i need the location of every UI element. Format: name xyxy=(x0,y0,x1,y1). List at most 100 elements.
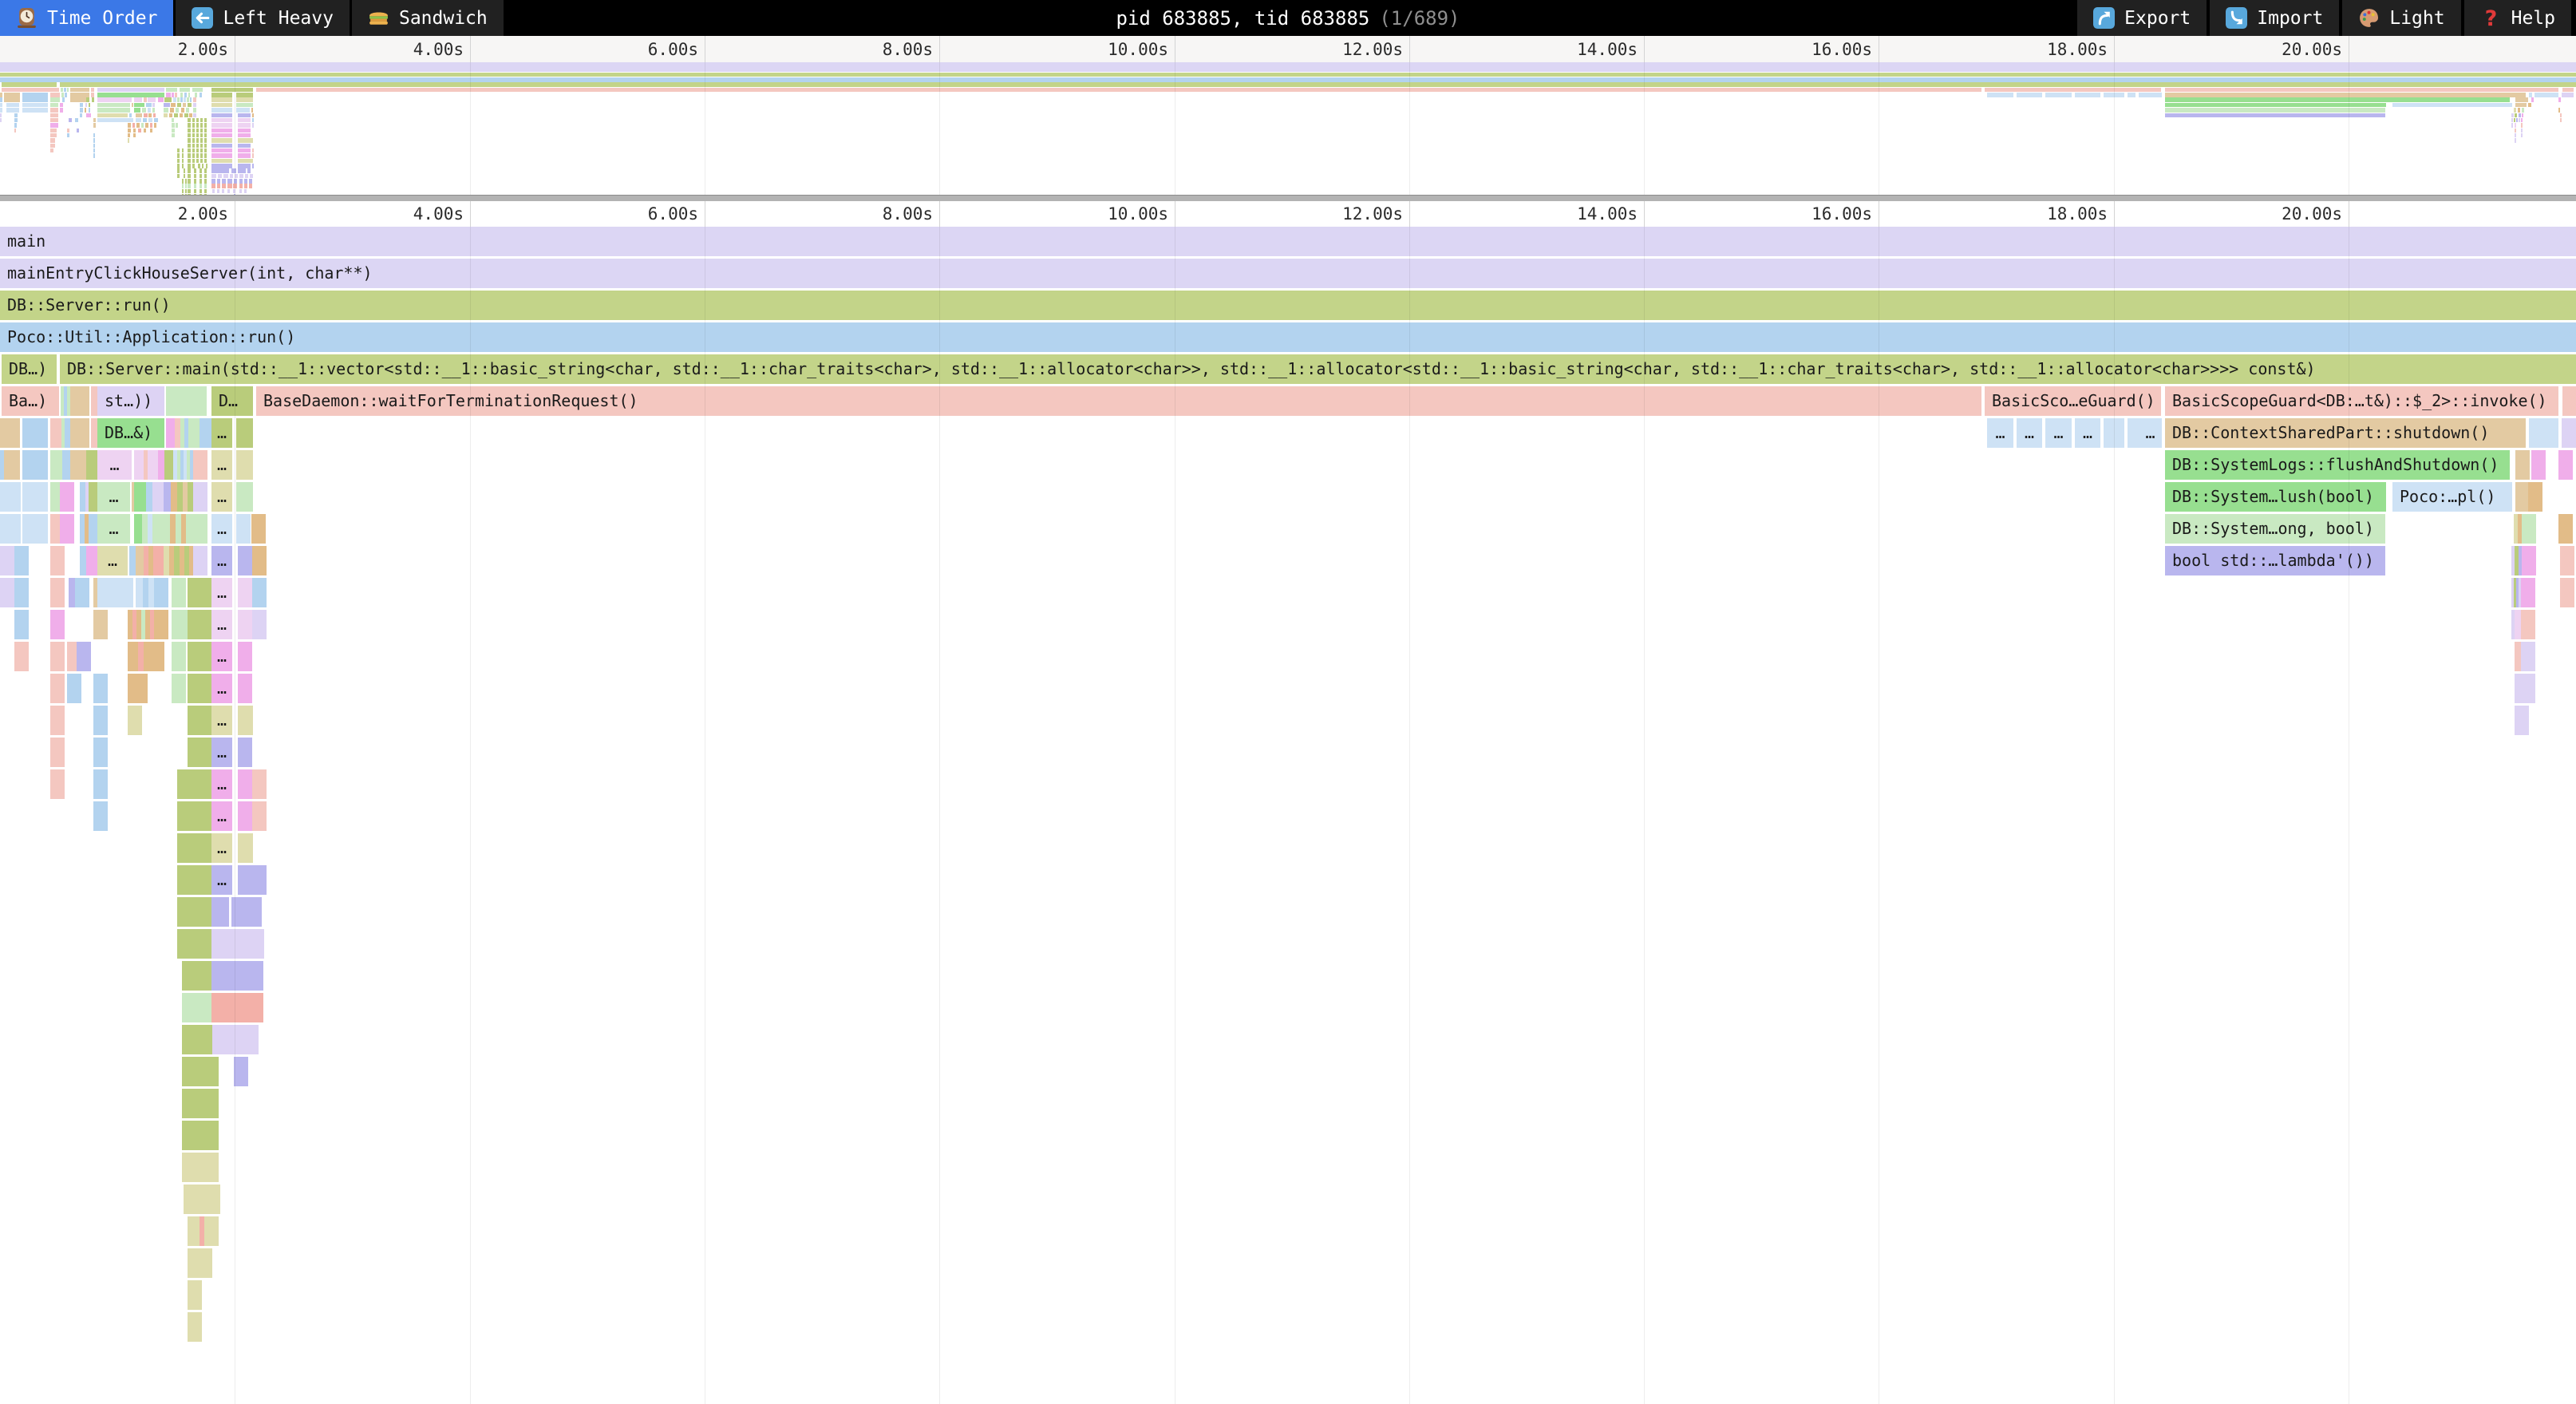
flame-frame[interactable] xyxy=(75,578,89,607)
flame-frame[interactable] xyxy=(50,610,65,639)
flame-frame[interactable] xyxy=(50,546,65,575)
minimap-frame[interactable] xyxy=(6,103,19,108)
minimap-frame[interactable] xyxy=(204,179,207,184)
minimap-frame[interactable] xyxy=(256,88,1981,93)
minimap-frame[interactable] xyxy=(70,88,89,93)
minimap-frame[interactable] xyxy=(60,108,63,113)
minimap-frame[interactable] xyxy=(192,138,195,143)
minimap-frame[interactable] xyxy=(193,103,196,108)
flame-frame[interactable] xyxy=(188,1280,202,1310)
flame-frame[interactable]: … xyxy=(211,674,232,703)
minimap-frame[interactable] xyxy=(164,113,168,118)
minimap-frame[interactable] xyxy=(128,138,129,143)
minimap-frame[interactable] xyxy=(169,113,172,118)
flame-frame[interactable] xyxy=(50,706,65,735)
minimap-frame[interactable] xyxy=(64,88,66,93)
flame-frame[interactable]: … xyxy=(211,482,232,512)
minimap-frame[interactable] xyxy=(2521,118,2523,123)
minimap-frame[interactable] xyxy=(217,179,220,184)
minimap-frame[interactable] xyxy=(177,148,180,153)
minimap-frame[interactable] xyxy=(97,88,164,93)
flame-frame[interactable]: Poco::Util::Application::run() xyxy=(0,322,2576,352)
flame-frame[interactable] xyxy=(2521,610,2535,639)
flame-frame[interactable] xyxy=(2521,674,2535,703)
flame-frame[interactable]: BasicSco…eGuard() xyxy=(1985,386,2161,416)
minimap-frame[interactable] xyxy=(202,164,203,168)
minimap-frame[interactable] xyxy=(2515,113,2517,118)
flame-frame[interactable] xyxy=(204,1089,219,1118)
help-button[interactable]: ?Help xyxy=(2464,0,2571,36)
minimap-frame[interactable] xyxy=(148,113,152,118)
minimap-frame[interactable] xyxy=(188,129,191,133)
minimap-frame[interactable] xyxy=(144,129,146,133)
minimap-frame[interactable] xyxy=(2104,93,2124,97)
minimap-frame[interactable] xyxy=(2165,108,2385,113)
minimap-frame[interactable] xyxy=(192,144,195,148)
minimap-frame[interactable] xyxy=(238,159,253,164)
minimap-frame[interactable] xyxy=(2515,123,2516,128)
flame-frame[interactable] xyxy=(188,1312,202,1342)
minimap-frame[interactable] xyxy=(188,144,191,148)
flame-frame[interactable]: … xyxy=(2017,418,2042,448)
minimap-frame[interactable] xyxy=(2521,123,2523,128)
flame-frame[interactable] xyxy=(198,1248,212,1278)
minimap-frame[interactable] xyxy=(200,129,203,133)
minimap-frame[interactable] xyxy=(188,174,191,179)
minimap-frame[interactable] xyxy=(2511,118,2513,123)
flame-frame[interactable] xyxy=(236,450,253,480)
minimap-frame[interactable] xyxy=(238,138,253,143)
minimap-frame[interactable] xyxy=(194,184,196,188)
minimap-frame[interactable] xyxy=(217,184,220,188)
minimap-frame[interactable] xyxy=(2516,118,2518,123)
flame-frame[interactable] xyxy=(249,961,263,991)
minimap-frame[interactable] xyxy=(204,168,207,173)
flame-frame[interactable]: … xyxy=(211,642,232,671)
minimap-frame[interactable] xyxy=(238,133,251,138)
flame-frame[interactable]: … xyxy=(211,578,232,607)
minimap-frame[interactable] xyxy=(244,184,247,188)
minimap-frame[interactable] xyxy=(154,123,156,128)
minimap-frame[interactable] xyxy=(50,118,58,123)
flame-frame[interactable] xyxy=(238,706,253,735)
flame-frame[interactable]: … xyxy=(2075,418,2100,448)
minimap-frame[interactable] xyxy=(212,189,215,194)
minimap-frame[interactable] xyxy=(2511,113,2514,118)
minimap-frame[interactable] xyxy=(211,97,232,102)
flame-frame[interactable]: … xyxy=(211,514,232,544)
minimap-frame[interactable] xyxy=(194,179,196,184)
flame-frame[interactable]: … xyxy=(211,738,232,767)
minimap-frame[interactable] xyxy=(200,93,202,97)
minimap-frame[interactable] xyxy=(193,108,196,113)
minimap-frame[interactable] xyxy=(148,97,156,102)
minimap-frame[interactable] xyxy=(204,138,207,143)
minimap-frame[interactable] xyxy=(2535,93,2558,97)
minimap-frame[interactable] xyxy=(67,129,69,133)
flame-frame[interactable] xyxy=(2521,642,2535,671)
minimap-frame[interactable] xyxy=(1987,93,2013,97)
minimap-frame[interactable] xyxy=(235,174,238,179)
minimap-frame[interactable] xyxy=(166,88,177,93)
minimap-frame[interactable] xyxy=(238,144,251,148)
minimap-frame[interactable] xyxy=(252,164,254,168)
minimap-frame[interactable] xyxy=(200,179,202,184)
minimap-frame[interactable] xyxy=(14,118,18,123)
minimap-frame[interactable] xyxy=(0,77,2576,82)
flame-frame[interactable] xyxy=(204,1153,219,1182)
minimap-frame[interactable] xyxy=(252,113,254,118)
minimap-frame[interactable] xyxy=(75,118,78,123)
minimap-frame[interactable] xyxy=(251,108,253,113)
minimap-frame[interactable] xyxy=(177,168,180,173)
minimap-frame[interactable] xyxy=(211,184,215,188)
minimap-frame[interactable] xyxy=(2515,97,2528,102)
minimap-frame[interactable] xyxy=(6,108,19,113)
flame-frame[interactable] xyxy=(204,1057,219,1086)
flame-frame[interactable] xyxy=(14,642,29,671)
minimap-frame[interactable] xyxy=(233,184,237,188)
minimap-frame[interactable] xyxy=(133,133,136,138)
minimap-frame[interactable] xyxy=(2165,88,2558,93)
flame-frame[interactable] xyxy=(50,642,65,671)
minimap-frame[interactable] xyxy=(182,179,184,184)
minimap-frame[interactable] xyxy=(211,179,215,184)
minimap-frame[interactable] xyxy=(148,108,151,113)
minimap-frame[interactable] xyxy=(206,164,207,168)
